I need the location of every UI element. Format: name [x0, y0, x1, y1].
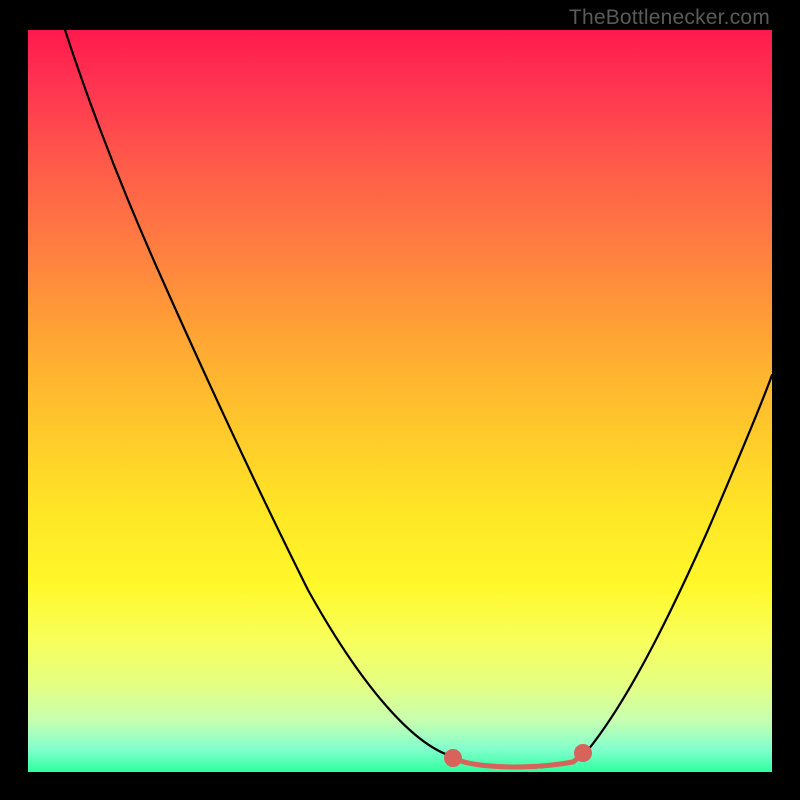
curve-svg — [28, 30, 772, 772]
chart-container: TheBottlenecker.com — [0, 0, 800, 800]
watermark-text: TheBottlenecker.com — [569, 6, 770, 30]
optimal-range-marker — [447, 747, 590, 767]
bottleneck-curve — [65, 30, 772, 768]
plot-area — [28, 30, 772, 772]
